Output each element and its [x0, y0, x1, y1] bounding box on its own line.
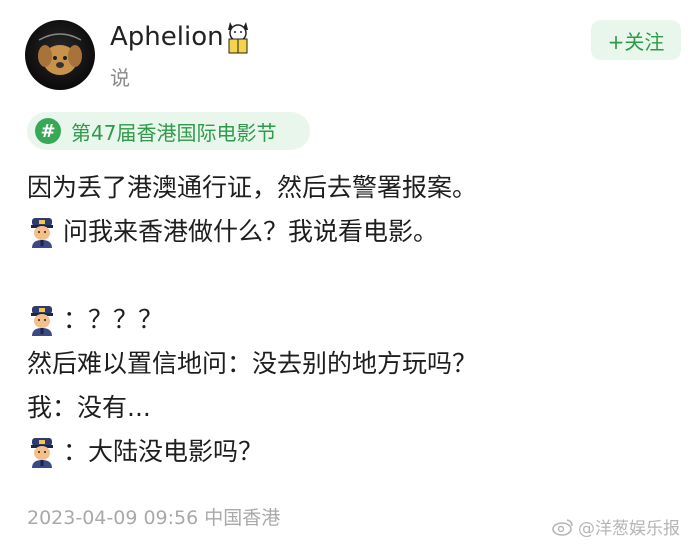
police-officer-icon [27, 436, 57, 468]
post-line: 因为丢了港澳通行证，然后去警署报案。 [27, 166, 477, 210]
post-line-text: 问我来香港做什么？我说看电影。 [63, 217, 439, 246]
post-line: 然后难以置信地问：没去别的地方玩吗？ [27, 342, 477, 386]
post-body: 因为丢了港澳通行证，然后去警署报案。 问我来香港做什么？我说看电影。 ：？？？ … [27, 166, 477, 474]
cat-reading-badge-icon [222, 18, 254, 60]
hashtag-icon: # [35, 118, 61, 144]
post-line-text: 然后难以置信地问：没去别的地方玩吗？ [27, 349, 478, 378]
watermark-text: @洋葱娱乐报 [578, 519, 680, 539]
post-line-text: 我：没有... [27, 393, 151, 422]
avatar[interactable] [25, 20, 95, 90]
post-line-text: 因为丢了港澳通行证，然后去警署报案。 [27, 173, 478, 202]
username[interactable]: Aphelion [110, 22, 224, 52]
post-line: 我：没有... [27, 386, 477, 430]
police-officer-icon [27, 216, 57, 248]
police-officer-icon [27, 304, 57, 336]
post-line-text: ：？？？ [63, 305, 164, 334]
post-line: ：？？？ [27, 298, 477, 342]
follow-button[interactable]: +关注 [591, 20, 681, 60]
post-line-text: ：大陆没电影吗？ [63, 437, 264, 466]
topic-tag[interactable]: # 第47届香港国际电影节 [27, 112, 310, 150]
dog-avatar-icon [38, 33, 82, 75]
post-timestamp: 2023-04-09 09:56 中国香港 [27, 507, 281, 529]
post-line: 问我来香港做什么？我说看电影。 [27, 210, 477, 254]
weibo-icon [552, 518, 573, 536]
post-action-label: 说 [110, 66, 130, 90]
topic-label: 第47届香港国际电影节 [71, 120, 277, 145]
watermark: @洋葱娱乐报 [552, 514, 680, 539]
post-line: ：大陆没电影吗？ [27, 430, 477, 474]
